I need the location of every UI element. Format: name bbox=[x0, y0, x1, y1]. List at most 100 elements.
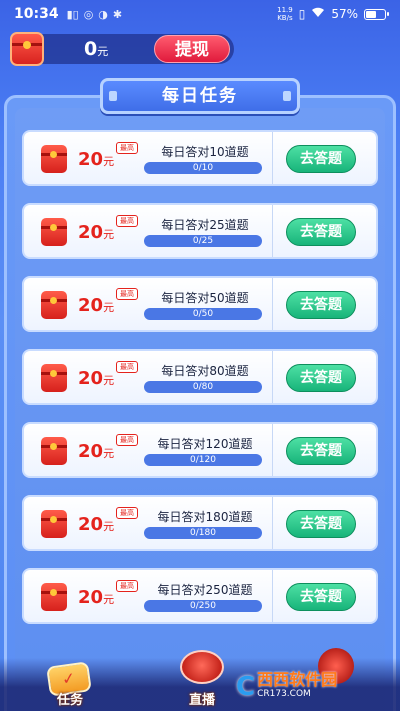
task-row: 20元 最高 每日答对180道题 0/180 去答题 bbox=[22, 495, 378, 551]
task-reward-unit: 元 bbox=[103, 301, 115, 314]
task-name: 每日答对120道题 bbox=[157, 437, 253, 451]
red-envelope-icon bbox=[41, 218, 67, 246]
withdraw-button[interactable]: 提现 bbox=[154, 35, 230, 63]
red-envelope-icon bbox=[41, 145, 67, 173]
task-name: 每日答对10道题 bbox=[161, 145, 249, 159]
task-max-tag: 最高 bbox=[116, 507, 138, 519]
dock-live-tab[interactable]: 直播 bbox=[172, 650, 232, 708]
task-reward: 20元 bbox=[78, 222, 114, 243]
task-progress-bar: 0/120 bbox=[144, 454, 262, 466]
watermark: C 西西软件园 CR173.COM bbox=[236, 670, 396, 704]
task-reward-value: 20 bbox=[78, 295, 104, 316]
task-reward: 20元 bbox=[78, 587, 114, 608]
task-row: 20元 最高 每日答对25道题 0/25 去答题 bbox=[22, 203, 378, 259]
red-envelope-icon bbox=[41, 437, 67, 465]
task-row: 20元 最高 每日答对80道题 0/80 去答题 bbox=[22, 349, 378, 405]
task-max-tag: 最高 bbox=[116, 215, 138, 227]
red-envelope-icon bbox=[10, 32, 44, 66]
task-reward-unit: 元 bbox=[103, 374, 115, 387]
task-row: 20元 最高 每日答对10道题 0/10 去答题 bbox=[22, 130, 378, 186]
task-divider bbox=[272, 205, 273, 257]
task-max-tag: 最高 bbox=[116, 288, 138, 300]
watermark-main: 西西软件园 bbox=[257, 670, 338, 689]
signal-icon: ▮▯ bbox=[66, 7, 79, 21]
task-progress-text: 0/180 bbox=[190, 528, 216, 538]
task-reward-value: 20 bbox=[78, 514, 104, 535]
go-answer-button[interactable]: 去答题 bbox=[286, 218, 356, 246]
task-reward-value: 20 bbox=[78, 587, 104, 608]
task-name: 每日答对180道题 bbox=[157, 510, 253, 524]
task-reward-value: 20 bbox=[78, 149, 104, 170]
status-bar-left: 10:34 ▮▯ ◎ ◑ ✱ bbox=[14, 6, 122, 22]
battery-icon bbox=[364, 8, 389, 20]
task-progress-text: 0/80 bbox=[192, 382, 214, 392]
go-answer-button[interactable]: 去答题 bbox=[286, 510, 356, 538]
dock-task-label: 任务 bbox=[56, 693, 83, 708]
task-divider bbox=[272, 424, 273, 476]
task-progress-bar: 0/50 bbox=[144, 308, 262, 320]
task-reward-unit: 元 bbox=[103, 520, 115, 533]
task-divider bbox=[272, 570, 273, 622]
task-reward: 20元 bbox=[78, 149, 114, 170]
task-progress-bar: 0/25 bbox=[144, 235, 262, 247]
task-max-tag: 最高 bbox=[116, 580, 138, 592]
message-icon: ◎ bbox=[83, 7, 94, 21]
notification-icons: ▮▯ ◎ ◑ ✱ bbox=[67, 8, 123, 21]
panel-title: 每日任务 bbox=[100, 78, 300, 114]
chat-icon: ◑ bbox=[98, 7, 108, 21]
task-progress-text: 0/25 bbox=[192, 236, 214, 246]
network-speed: 11.9 KB/s bbox=[277, 6, 293, 22]
wifi-icon bbox=[311, 7, 325, 21]
go-answer-button[interactable]: 去答题 bbox=[286, 145, 356, 173]
task-progress-text: 0/250 bbox=[190, 601, 216, 611]
task-name: 每日答对250道题 bbox=[157, 583, 253, 597]
task-progress-bar: 0/250 bbox=[144, 600, 262, 612]
red-envelope-icon bbox=[41, 583, 67, 611]
dock-task-tab[interactable]: 任务 bbox=[40, 661, 100, 708]
bug-icon: ✱ bbox=[112, 7, 123, 21]
red-envelope-icon bbox=[41, 291, 67, 319]
task-divider bbox=[272, 351, 273, 403]
task-reward-unit: 元 bbox=[103, 228, 115, 241]
task-name: 每日答对50道题 bbox=[161, 291, 249, 305]
task-reward-unit: 元 bbox=[103, 593, 115, 606]
task-row: 20元 最高 每日答对120道题 0/120 去答题 bbox=[22, 422, 378, 478]
balance-amount: 0元 bbox=[84, 38, 108, 60]
task-reward: 20元 bbox=[78, 441, 114, 462]
task-progress-text: 0/10 bbox=[192, 163, 214, 173]
task-name: 每日答对80道题 bbox=[161, 364, 249, 378]
go-answer-button[interactable]: 去答题 bbox=[286, 291, 356, 319]
status-bar-right: 11.9 KB/s ▯ 57% bbox=[277, 6, 389, 22]
go-answer-button[interactable]: 去答题 bbox=[286, 583, 356, 611]
task-max-tag: 最高 bbox=[116, 142, 138, 154]
status-time: 10:34 bbox=[14, 6, 59, 22]
go-answer-button[interactable]: 去答题 bbox=[286, 364, 356, 392]
red-envelope-icon bbox=[41, 364, 67, 392]
task-reward-value: 20 bbox=[78, 222, 104, 243]
vibrate-icon: ▯ bbox=[298, 7, 306, 21]
task-reward-value: 20 bbox=[78, 441, 104, 462]
task-progress-bar: 0/10 bbox=[144, 162, 262, 174]
task-reward-value: 20 bbox=[78, 368, 104, 389]
task-reward: 20元 bbox=[78, 295, 114, 316]
task-name: 每日答对25道题 bbox=[161, 218, 249, 232]
watermark-sub: CR173.COM bbox=[257, 689, 311, 699]
task-progress-text: 0/50 bbox=[192, 309, 214, 319]
task-divider bbox=[272, 497, 273, 549]
task-progress-bar: 0/180 bbox=[144, 527, 262, 539]
task-reward-unit: 元 bbox=[103, 155, 115, 168]
balance-value: 0 bbox=[84, 38, 98, 60]
watermark-logo: C bbox=[236, 672, 256, 702]
task-max-tag: 最高 bbox=[116, 361, 138, 373]
balance-unit: 元 bbox=[97, 45, 109, 58]
watermark-text: 西西软件园 CR173.COM bbox=[257, 670, 338, 701]
task-reward: 20元 bbox=[78, 514, 114, 535]
task-row: 20元 最高 每日答对250道题 0/250 去答题 bbox=[22, 568, 378, 624]
battery-percent: 57% bbox=[331, 7, 358, 21]
task-divider bbox=[272, 278, 273, 330]
task-reward-unit: 元 bbox=[103, 447, 115, 460]
task-reward: 20元 bbox=[78, 368, 114, 389]
go-answer-button[interactable]: 去答题 bbox=[286, 437, 356, 465]
live-icon bbox=[180, 650, 224, 684]
status-bar: 10:34 ▮▯ ◎ ◑ ✱ 11.9 KB/s ▯ 57% bbox=[0, 0, 400, 28]
